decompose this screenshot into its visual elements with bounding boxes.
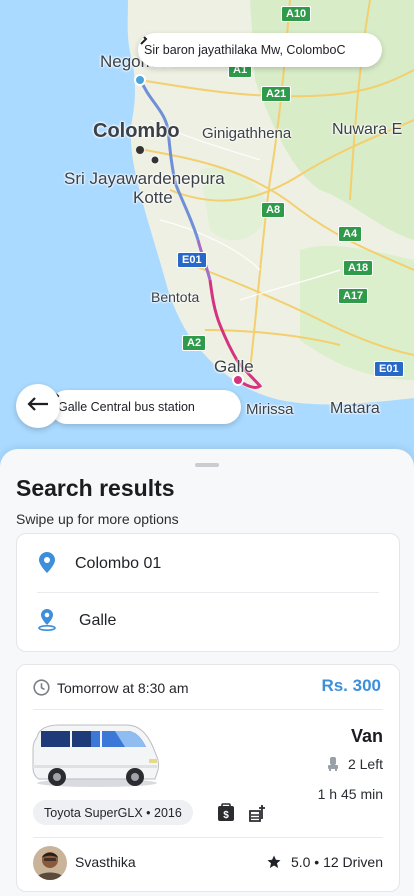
vehicle-type: Van bbox=[350, 726, 383, 746]
results-sheet[interactable]: Search results Swipe up for more options… bbox=[0, 449, 414, 896]
road-shield-a17: A17 bbox=[338, 288, 369, 304]
to-location-label: Galle bbox=[79, 612, 117, 629]
driver-rating-text: 5.0 • 12 Driven bbox=[290, 854, 383, 870]
road-shield-a18: A18 bbox=[343, 260, 374, 276]
map-label-nuwara-eliya: Nuwara E bbox=[332, 121, 403, 138]
clock-icon bbox=[33, 679, 50, 696]
road-shield-a21: A21 bbox=[261, 86, 292, 102]
map-label-ginigathhena: Ginigathhena bbox=[202, 125, 292, 142]
start-location-pill[interactable]: Sir baron jayathilaka Mw, ColomboC bbox=[138, 33, 382, 67]
star-icon bbox=[267, 855, 281, 869]
chevron-right-icon bbox=[52, 390, 231, 416]
road-shield-e01-south: E01 bbox=[374, 361, 404, 377]
route-card: Colombo 01 Galle bbox=[16, 533, 400, 652]
map-label-kotte: Kotte bbox=[133, 188, 173, 207]
destination-text: Galle Central bus station bbox=[58, 400, 195, 414]
road-shield-e01-north: E01 bbox=[177, 252, 207, 268]
ride-price: Rs. 300 bbox=[321, 676, 381, 695]
road-shield-a10: A10 bbox=[281, 6, 312, 22]
sheet-drag-handle[interactable] bbox=[195, 463, 219, 467]
arrow-left-icon bbox=[27, 396, 49, 417]
ride-result-card[interactable]: Tomorrow at 8:30 am Rs. 300 Van 2 Left 1… bbox=[16, 664, 400, 892]
location-marker-icon bbox=[37, 609, 57, 633]
road-shield-a2: A2 bbox=[182, 335, 207, 351]
start-location-text: Sir baron jayathilaka Mw, ColomboC bbox=[144, 43, 346, 57]
driver-rating: 5.0 • 12 Driven bbox=[267, 854, 383, 870]
results-title: Search results bbox=[16, 475, 175, 501]
road-shield-a8: A8 bbox=[261, 202, 286, 218]
svg-text:$: $ bbox=[223, 810, 229, 821]
departure-time: Tomorrow at 8:30 am bbox=[33, 679, 189, 696]
back-button[interactable] bbox=[16, 384, 60, 428]
van-image bbox=[31, 723, 161, 794]
card-divider bbox=[33, 709, 383, 710]
map-label-colombo: Colombo bbox=[93, 120, 180, 142]
driver-name: Svasthika bbox=[75, 854, 136, 870]
route-map[interactable]: Negombo Colombo Sri Jayawardenepura Kott… bbox=[0, 0, 414, 470]
road-shield-a4: A4 bbox=[338, 226, 363, 242]
map-label-bentota: Bentota bbox=[151, 289, 200, 305]
map-label-sri-jayawardenepura: Sri Jayawardenepura bbox=[64, 169, 225, 188]
destination-pill[interactable]: Galle Central bus station bbox=[50, 390, 241, 424]
map-label-galle: Galle bbox=[214, 357, 254, 376]
map-label-mirissa: Mirissa bbox=[246, 401, 294, 418]
vehicle-model-chip: Toyota SuperGLX • 2016 bbox=[33, 800, 193, 825]
from-location-row[interactable]: Colombo 01 bbox=[17, 536, 399, 592]
driver-avatar[interactable] bbox=[33, 846, 67, 880]
departure-time-text: Tomorrow at 8:30 am bbox=[57, 679, 189, 696]
results-subtitle: Swipe up for more options bbox=[16, 511, 179, 527]
map-label-matara: Matara bbox=[330, 400, 380, 417]
to-location-row[interactable]: Galle bbox=[17, 593, 399, 649]
seats-left: 2 Left bbox=[327, 756, 383, 772]
card-divider bbox=[33, 837, 383, 838]
seat-icon bbox=[327, 757, 338, 771]
from-location-label: Colombo 01 bbox=[75, 555, 162, 572]
cash-icon: $ bbox=[216, 803, 236, 828]
chevron-right-icon bbox=[140, 33, 372, 59]
luggage-icon bbox=[248, 803, 268, 828]
location-pin-icon bbox=[37, 552, 57, 576]
trip-duration: 1 h 45 min bbox=[317, 786, 383, 802]
seats-left-text: 2 Left bbox=[347, 756, 383, 772]
